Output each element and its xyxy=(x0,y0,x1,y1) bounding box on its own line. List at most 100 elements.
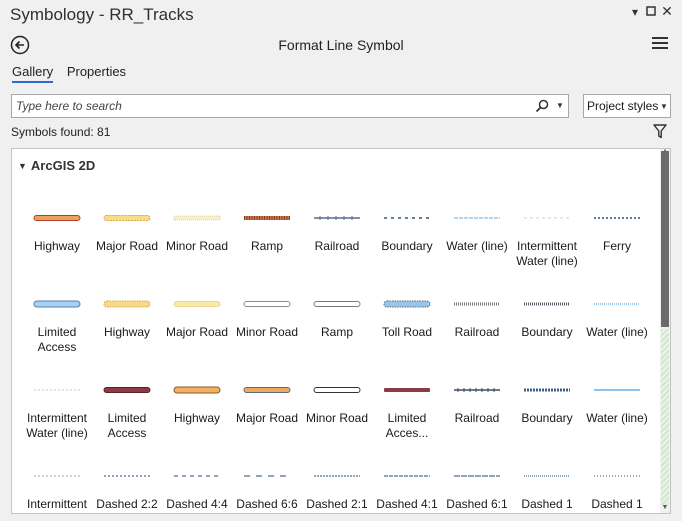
symbol-item[interactable]: Dashed 6:6 xyxy=(232,445,302,513)
symbol-swatch xyxy=(592,469,642,481)
symbol-item[interactable]: Minor Road xyxy=(302,359,372,445)
symbol-swatch xyxy=(382,297,432,309)
symbol-swatch xyxy=(32,297,82,309)
symbol-item[interactable]: Railroad xyxy=(442,273,512,359)
symbol-label: Limited Access xyxy=(107,411,147,440)
symbol-swatch xyxy=(172,383,222,395)
symbol-item[interactable]: Water (line) xyxy=(582,273,652,359)
styles-dropdown[interactable]: Project styles ▼ xyxy=(583,94,671,118)
chevron-down-icon: ▼ xyxy=(660,102,668,111)
symbol-label: Dashed 4:4 xyxy=(166,497,228,511)
symbol-item[interactable]: Dashed 1 xyxy=(512,445,582,513)
symbol-item[interactable]: Water (line) xyxy=(442,187,512,273)
symbol-item[interactable]: Minor Road xyxy=(162,187,232,273)
symbol-swatch xyxy=(32,383,82,395)
symbol-item[interactable]: Dashed 1 xyxy=(582,445,652,513)
search-icon[interactable] xyxy=(534,98,550,114)
symbol-label: Boundary xyxy=(381,239,433,253)
group-header[interactable]: ▼ ArcGIS 2D xyxy=(18,158,95,173)
symbol-swatch xyxy=(522,211,572,223)
symbol-label: Dashed 2:2 xyxy=(96,497,158,511)
symbol-item[interactable]: Dashed 4:4 xyxy=(162,445,232,513)
symbol-label: Major Road xyxy=(165,325,229,339)
symbol-item[interactable]: Boundary xyxy=(512,273,582,359)
symbol-item[interactable]: Minor Road xyxy=(232,273,302,359)
symbol-item[interactable]: Intermittent Water (line) xyxy=(512,187,582,273)
symbol-label: Dashed 2:1 xyxy=(306,497,368,511)
symbol-item[interactable]: Major Road xyxy=(162,273,232,359)
symbol-item[interactable]: Limited Acces... xyxy=(372,359,442,445)
symbols-found-count: Symbols found: 81 xyxy=(11,125,111,139)
symbol-swatch xyxy=(452,383,502,395)
symbol-item[interactable]: Railroad xyxy=(302,187,372,273)
symbol-item[interactable]: Boundary xyxy=(372,187,442,273)
menu-icon[interactable] xyxy=(652,37,668,51)
scroll-thumb[interactable] xyxy=(661,151,669,327)
symbol-swatch xyxy=(592,211,642,223)
symbol-item[interactable]: Intermittent Water (line) xyxy=(22,359,92,445)
scroll-track-remaining xyxy=(661,329,669,505)
search-input[interactable] xyxy=(16,98,526,114)
group-label: ArcGIS 2D xyxy=(30,158,96,173)
symbol-swatch xyxy=(32,469,82,481)
symbol-swatch xyxy=(452,297,502,309)
symbol-swatch xyxy=(312,383,362,395)
pin-dropdown-icon[interactable]: ▾ xyxy=(628,5,642,19)
symbol-label: Minor Road xyxy=(235,325,299,339)
search-options-chevron-icon[interactable]: ▼ xyxy=(556,101,564,110)
symbol-swatch xyxy=(102,297,152,309)
symbol-swatch xyxy=(452,211,502,223)
symbol-item[interactable]: Ramp xyxy=(302,273,372,359)
symbol-item[interactable]: Ramp xyxy=(232,187,302,273)
symbol-label: Ramp xyxy=(320,325,353,339)
symbol-item[interactable]: Highway xyxy=(22,187,92,273)
symbol-label: Intermittent Water (line) xyxy=(516,239,578,268)
symbol-label: Major Road xyxy=(235,411,299,425)
scroll-down-icon[interactable]: ▼ xyxy=(660,504,670,511)
symbol-swatch xyxy=(32,211,82,223)
symbol-item[interactable]: Boundary xyxy=(512,359,582,445)
symbol-swatch xyxy=(172,469,222,481)
maximize-icon[interactable] xyxy=(644,5,658,19)
symbol-label: Dashed 6:1 xyxy=(446,497,508,511)
symbol-swatch xyxy=(382,211,432,223)
symbol-item[interactable]: Major Road xyxy=(232,359,302,445)
symbol-item[interactable]: Dashed 2:1 xyxy=(302,445,372,513)
symbol-item[interactable]: Dashed 4:1 xyxy=(372,445,442,513)
symbol-item[interactable]: Major Road xyxy=(92,187,162,273)
symbol-item[interactable]: Water (line) xyxy=(582,359,652,445)
symbol-swatch xyxy=(522,469,572,481)
symbol-label: Minor Road xyxy=(165,239,229,253)
symbol-swatch xyxy=(592,297,642,309)
symbol-item[interactable]: Dashed 2:2 xyxy=(92,445,162,513)
symbol-item[interactable]: Toll Road xyxy=(372,273,442,359)
symbol-item[interactable]: Dashed 6:1 xyxy=(442,445,512,513)
chevron-down-icon: ▼ xyxy=(18,161,27,171)
symbol-swatch xyxy=(102,383,152,395)
symbol-label: Ferry xyxy=(603,239,631,253)
symbol-label: Water (line) xyxy=(586,325,648,339)
tab-gallery[interactable]: Gallery xyxy=(12,64,54,83)
symbol-label: Railroad xyxy=(454,411,500,425)
symbol-swatch xyxy=(312,211,362,223)
symbol-swatch xyxy=(172,211,222,223)
symbol-label: Dashed 6:6 xyxy=(236,497,298,511)
symbol-item[interactable]: Intermittent xyxy=(22,445,92,513)
filter-icon[interactable] xyxy=(653,124,667,139)
symbol-item[interactable]: Limited Access xyxy=(22,273,92,359)
symbol-item[interactable]: Railroad xyxy=(442,359,512,445)
symbol-item[interactable]: Highway xyxy=(162,359,232,445)
symbol-label: Boundary xyxy=(521,411,573,425)
symbol-swatch xyxy=(102,469,152,481)
symbol-item[interactable]: Ferry xyxy=(582,187,652,273)
search-box: ▼ xyxy=(11,94,569,118)
symbol-swatch xyxy=(242,383,292,395)
symbol-item[interactable]: Highway xyxy=(92,273,162,359)
symbol-label: Railroad xyxy=(314,239,360,253)
vertical-scrollbar[interactable]: ▲ ▼ xyxy=(660,149,670,513)
tab-properties[interactable]: Properties xyxy=(67,64,126,81)
symbol-swatch xyxy=(522,383,572,395)
close-icon[interactable]: ✕ xyxy=(660,3,674,20)
symbol-label: Water (line) xyxy=(446,239,508,253)
symbol-item[interactable]: Limited Access xyxy=(92,359,162,445)
